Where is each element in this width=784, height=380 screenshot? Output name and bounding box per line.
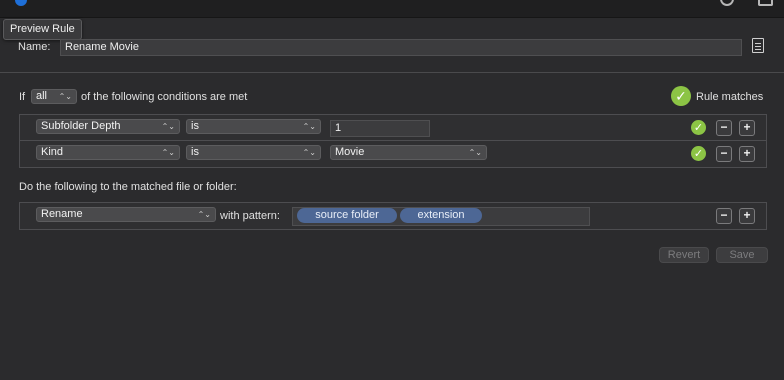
save-button[interactable]: Save (716, 247, 768, 263)
condition-attribute-popup[interactable]: Subfolder Depth ⌃⌄ (36, 119, 180, 134)
pattern-token-extension[interactable]: extension (400, 208, 482, 223)
pattern-token-source-folder[interactable]: source folder (297, 208, 397, 223)
condition-attribute-popup[interactable]: Kind ⌃⌄ (36, 145, 180, 160)
condition-attribute-value: Kind (41, 146, 64, 158)
remove-condition-button[interactable]: − (716, 146, 732, 162)
condition-match-check-icon: ✓ (691, 146, 706, 161)
window-titlebar (0, 0, 784, 18)
preview-rule-tooltip: Preview Rule (3, 19, 82, 40)
revert-button[interactable]: Revert (659, 247, 709, 263)
condition-match-check-icon: ✓ (691, 120, 706, 135)
action-type-popup[interactable]: Rename ⌃⌄ (36, 207, 216, 222)
if-label: If (19, 91, 26, 103)
action-type-value: Rename (41, 208, 83, 220)
actions-header-label: Do the following to the matched file or … (19, 181, 237, 193)
condition-attribute-value: Subfolder Depth (41, 120, 121, 132)
with-pattern-label: with pattern: (220, 210, 280, 222)
chevron-updown-icon: ⌃⌄ (161, 122, 175, 131)
add-condition-button[interactable]: + (739, 120, 755, 136)
section-divider (0, 72, 784, 73)
condition-operator-popup[interactable]: is ⌃⌄ (186, 119, 321, 134)
remove-action-button[interactable]: − (716, 208, 732, 224)
remove-condition-button[interactable]: − (716, 120, 732, 136)
condition-operator-value: is (191, 146, 199, 158)
rule-name-field[interactable]: Rename Movie (60, 39, 742, 56)
name-label: Name: (18, 41, 51, 53)
document-icon[interactable] (752, 38, 764, 53)
match-mode-popup[interactable]: all ⌃⌄ (31, 89, 77, 104)
conditions-suffix-label: of the following conditions are met (81, 91, 248, 103)
rule-matches-label: Rule matches (696, 91, 764, 103)
add-action-button[interactable]: + (739, 208, 755, 224)
condition-operator-value: is (191, 120, 199, 132)
condition-value: Movie (335, 146, 365, 158)
conditions-row-divider (20, 140, 766, 141)
condition-value-popup[interactable]: Movie ⌃⌄ (330, 145, 487, 160)
chevron-updown-icon: ⌃⌄ (468, 148, 482, 157)
chevron-updown-icon: ⌃⌄ (302, 122, 316, 131)
chevron-updown-icon: ⌃⌄ (197, 210, 211, 219)
chevron-updown-icon: ⌃⌄ (302, 148, 316, 157)
add-condition-button[interactable]: + (739, 146, 755, 162)
chevron-updown-icon: ⌃⌄ (58, 92, 72, 101)
condition-operator-popup[interactable]: is ⌃⌄ (186, 145, 321, 160)
rule-matches-check-icon: ✓ (671, 86, 691, 106)
match-mode-value: all (36, 90, 48, 102)
condition-value-field[interactable]: 1 (330, 120, 430, 137)
share-icon[interactable] (758, 0, 773, 6)
chevron-updown-icon: ⌃⌄ (161, 148, 175, 157)
